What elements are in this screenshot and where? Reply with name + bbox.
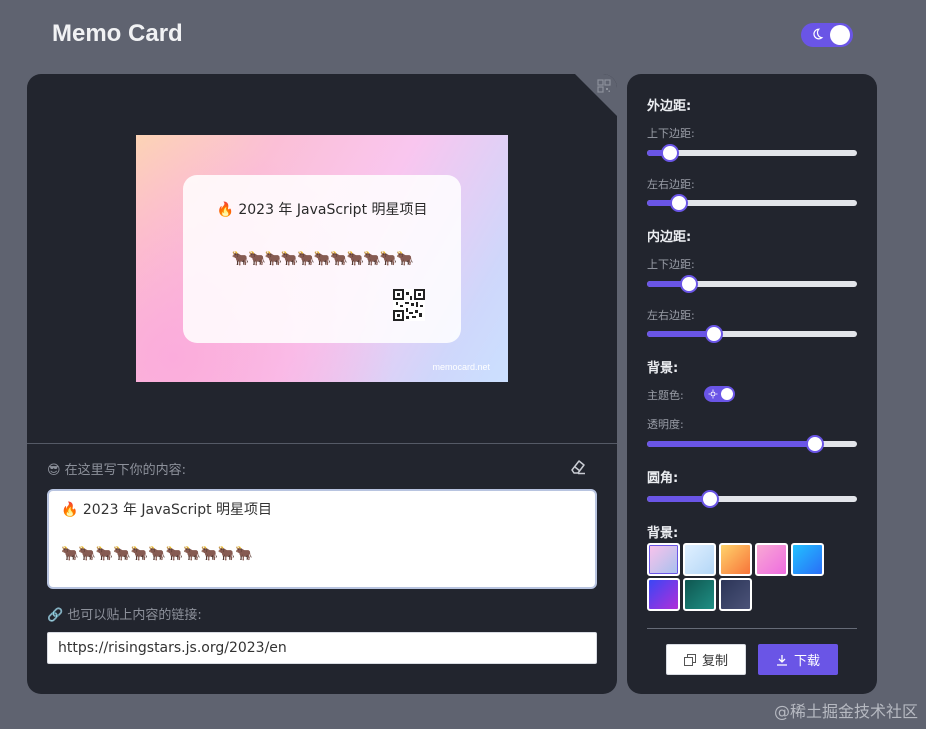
palette-title: 背景: <box>647 526 679 541</box>
moon-icon <box>813 28 824 40</box>
sun-icon <box>708 389 718 399</box>
slider-thumb[interactable] <box>661 144 680 162</box>
outer-margin-title: 外边距: <box>647 99 692 114</box>
slider-fill <box>647 441 815 447</box>
footer-watermark: @稀土掘金技术社区 <box>773 702 918 721</box>
divider <box>647 628 857 629</box>
copy-icon <box>683 653 696 666</box>
settings-panel: 外边距: 上下边距: 左右边距: 内边距: 上下边距: 左右边距: 背景: 主题… <box>627 74 877 694</box>
swatch-navy[interactable] <box>719 578 752 611</box>
radius-slider[interactable] <box>647 490 857 508</box>
copy-button[interactable]: 复制 <box>666 644 746 675</box>
swatch-pink[interactable] <box>755 543 788 576</box>
link-label: 🔗 也可以贴上内容的链接: <box>47 608 202 623</box>
outer-horizontal-label: 左右边距: <box>647 178 695 191</box>
slider-thumb[interactable] <box>806 435 824 453</box>
content-textarea[interactable]: 🔥 2023 年 JavaScript 明星项目 🐂🐂🐂🐂🐂🐂🐂🐂🐂🐂🐂 <box>47 489 597 589</box>
divider <box>27 443 617 444</box>
outer-vertical-label: 上下边距: <box>647 127 695 140</box>
background-title: 背景: <box>647 361 679 376</box>
inner-vertical-label: 上下边距: <box>647 258 695 271</box>
download-label: 下载 <box>793 654 820 669</box>
download-button[interactable]: 下载 <box>758 644 838 675</box>
outer-horizontal-slider[interactable] <box>647 194 857 212</box>
outer-vertical-slider[interactable] <box>647 144 857 162</box>
swatch-orange[interactable] <box>719 543 752 576</box>
card-title: 🔥 2023 年 JavaScript 明星项目 <box>216 202 428 218</box>
slider-thumb[interactable] <box>705 325 724 343</box>
app-title: Memo Card <box>52 20 183 47</box>
swatch-teal[interactable] <box>683 578 716 611</box>
inner-vertical-slider[interactable] <box>647 275 857 293</box>
opacity-label: 透明度: <box>647 418 684 431</box>
card-emoji-line: 🐂🐂🐂🐂🐂🐂🐂🐂🐂🐂🐂 <box>231 251 414 267</box>
card-content: 🔥 2023 年 JavaScript 明星项目 🐂🐂🐂🐂🐂🐂🐂🐂🐂🐂🐂 <box>183 175 461 343</box>
qr-code-icon[interactable] <box>597 79 611 93</box>
link-input[interactable]: https://risingstars.js.org/2023/en <box>47 632 597 664</box>
toggle-knob <box>830 25 850 45</box>
preview-panel: 🔥 2023 年 JavaScript 明星项目 🐂🐂🐂🐂🐂🐂🐂🐂🐂🐂🐂 mem… <box>27 74 617 694</box>
theme-color-label: 主题色: <box>647 389 684 402</box>
slider-thumb[interactable] <box>680 275 698 293</box>
site-watermark: memocard.net <box>432 362 490 372</box>
qr-code-image <box>393 289 425 321</box>
inner-horizontal-slider[interactable] <box>647 325 857 343</box>
download-icon <box>776 654 787 666</box>
swatch-blue[interactable] <box>791 543 824 576</box>
swatch-pastel-pink-blue[interactable] <box>647 543 680 576</box>
radius-title: 圆角: <box>647 471 679 486</box>
opacity-slider[interactable] <box>647 435 857 453</box>
slider-thumb[interactable] <box>701 490 719 508</box>
content-label: 😎 在这里写下你的内容: <box>47 463 187 478</box>
slider-thumb[interactable] <box>669 194 688 212</box>
theme-toggle[interactable] <box>801 23 853 47</box>
theme-color-toggle[interactable] <box>704 386 735 402</box>
inner-padding-title: 内边距: <box>647 230 692 245</box>
toggle-knob <box>721 388 733 400</box>
swatch-light-blue[interactable] <box>683 543 716 576</box>
inner-horizontal-label: 左右边距: <box>647 309 695 322</box>
eraser-icon[interactable] <box>569 458 587 476</box>
swatch-violet-blue[interactable] <box>647 578 680 611</box>
copy-label: 复制 <box>701 654 728 669</box>
slider-fill <box>647 331 715 337</box>
card-preview: 🔥 2023 年 JavaScript 明星项目 🐂🐂🐂🐂🐂🐂🐂🐂🐂🐂🐂 mem… <box>136 135 508 382</box>
